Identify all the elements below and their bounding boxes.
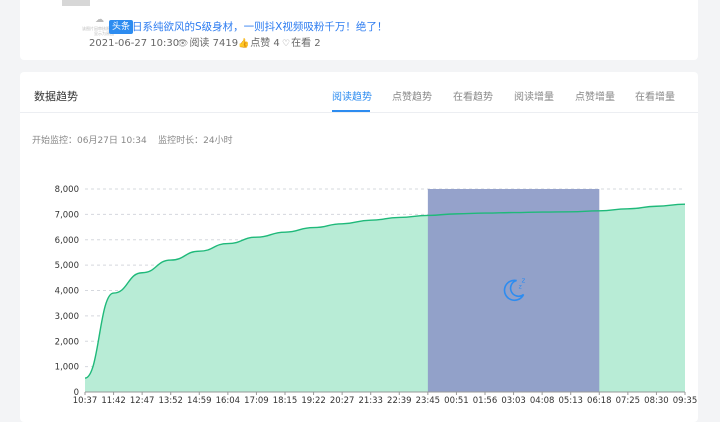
x-tick-label: 11:42	[101, 396, 126, 406]
y-tick-label: 8,000	[55, 185, 79, 195]
y-tick-label: 4,000	[55, 287, 79, 297]
y-tick-label: 1,000	[55, 363, 79, 373]
x-tick-label: 21:33	[358, 396, 383, 406]
x-tick-label: 12:47	[130, 396, 155, 406]
x-tick-label: 14:59	[187, 396, 212, 406]
x-tick-label: 05:13	[558, 396, 583, 406]
y-tick-label: 7,000	[55, 210, 79, 220]
x-tick-label: 07:25	[616, 396, 641, 406]
y-tick-label: 6,000	[55, 236, 79, 246]
x-tick-label: 04:08	[530, 396, 555, 406]
night-highlight-band[interactable]	[427, 189, 600, 392]
x-tick-label: 17:09	[244, 396, 269, 406]
x-tick-label: 08:30	[644, 396, 669, 406]
x-tick-label: 16:04	[216, 396, 241, 406]
x-tick-label: 22:39	[387, 396, 412, 406]
x-tick-label: 03:03	[501, 396, 526, 406]
x-tick-label: 00:51	[444, 396, 469, 406]
moon-icon-z-large: z	[522, 277, 526, 285]
x-tick-label: 19:22	[301, 396, 326, 406]
x-tick-label: 18:15	[273, 396, 298, 406]
x-tick-label: 01:56	[473, 396, 498, 406]
x-tick-label: 09:35	[673, 396, 698, 406]
x-tick-label: 20:27	[330, 396, 355, 406]
read-trend-chart[interactable]: 01,0002,0003,0004,0005,0006,0007,0008,00…	[0, 0, 720, 412]
x-tick-label: 10:37	[73, 396, 98, 406]
y-tick-label: 3,000	[55, 312, 79, 322]
x-tick-label: 06:18	[587, 396, 612, 406]
x-tick-label: 23:45	[416, 396, 441, 406]
moon-icon-z-small: z	[519, 284, 522, 291]
y-tick-label: 2,000	[55, 337, 79, 347]
y-tick-label: 5,000	[55, 261, 79, 271]
x-tick-label: 13:52	[158, 396, 183, 406]
